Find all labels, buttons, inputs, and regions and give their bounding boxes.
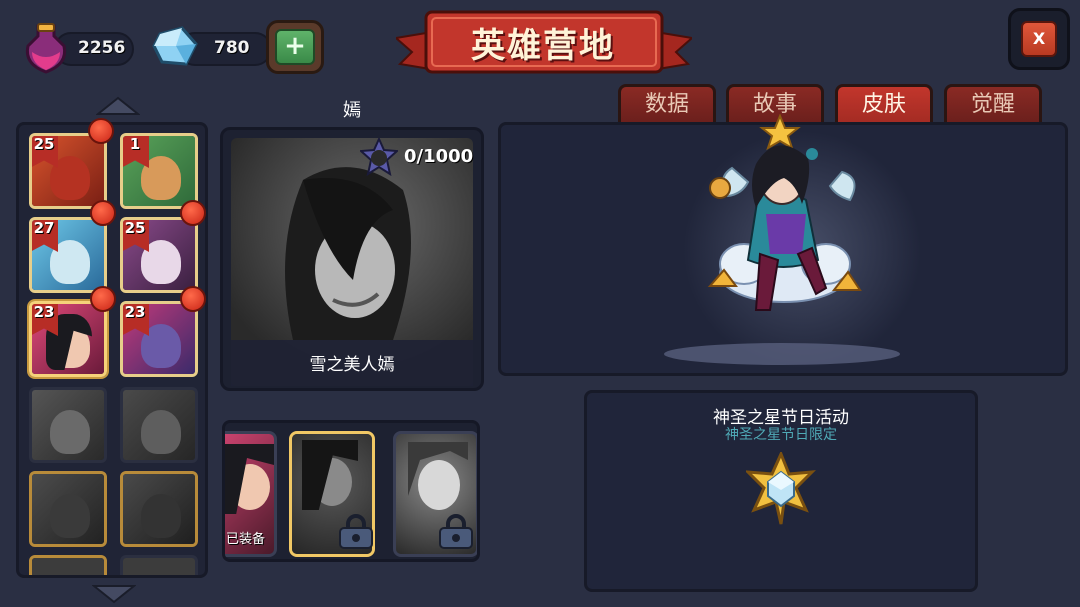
scroll-up-arrow[interactable]	[96, 96, 140, 116]
page-title: 英雄营地	[471, 26, 615, 66]
close-button[interactable]: X	[1008, 8, 1070, 70]
hero-card-locked[interactable]	[29, 471, 107, 547]
potion-icon	[25, 23, 67, 74]
notification-dot	[88, 118, 114, 144]
hero-shard-icon	[360, 138, 398, 176]
equipped-label: 已装备	[226, 532, 266, 547]
add-gems-button[interactable]: +	[266, 20, 324, 74]
hero-card-yan[interactable]: 23	[29, 301, 107, 377]
skin-name: 雪之美人嫣	[309, 355, 395, 375]
hero-card-silver-hair[interactable]: 25	[120, 217, 198, 293]
notification-dot	[90, 200, 116, 226]
notification-dot	[90, 286, 116, 312]
skin-character-preview	[707, 114, 862, 311]
event-subtitle: 神圣之星节日限定	[725, 427, 837, 443]
hero-list[interactable]: 25 1 27 25 23 23	[16, 122, 208, 578]
hero-card-locked[interactable]	[29, 555, 107, 575]
lock-icon	[439, 514, 473, 549]
notification-dot	[180, 200, 206, 226]
tab-awaken[interactable]: 觉醒	[944, 84, 1042, 124]
plus-icon: +	[275, 29, 315, 65]
skin-portrait-art	[285, 167, 411, 340]
gem-amount: 780	[214, 38, 250, 58]
hero-card-locked[interactable]	[120, 555, 198, 575]
close-icon: X	[1021, 21, 1057, 57]
gem-icon	[152, 26, 198, 66]
hero-card-lion[interactable]: 1	[120, 133, 198, 209]
hero-name: 嫣	[343, 100, 361, 121]
hero-card-ice-maiden[interactable]: 27	[29, 217, 107, 293]
scroll-down-arrow[interactable]	[92, 584, 136, 604]
notification-dot	[180, 286, 206, 312]
hero-card-locked[interactable]	[29, 387, 107, 463]
potion-amount: 2256	[78, 38, 126, 58]
spotlight-floor	[664, 343, 900, 365]
hero-card-locked[interactable]	[120, 471, 198, 547]
hero-card-dark-dragon[interactable]: 23	[120, 301, 198, 377]
lock-icon	[339, 514, 373, 549]
hero-card-locked[interactable]	[120, 387, 198, 463]
holy-star-icon[interactable]	[746, 452, 816, 526]
hero-card-dragon[interactable]: 25	[29, 133, 107, 209]
shard-progress: 0/1000	[404, 146, 474, 167]
